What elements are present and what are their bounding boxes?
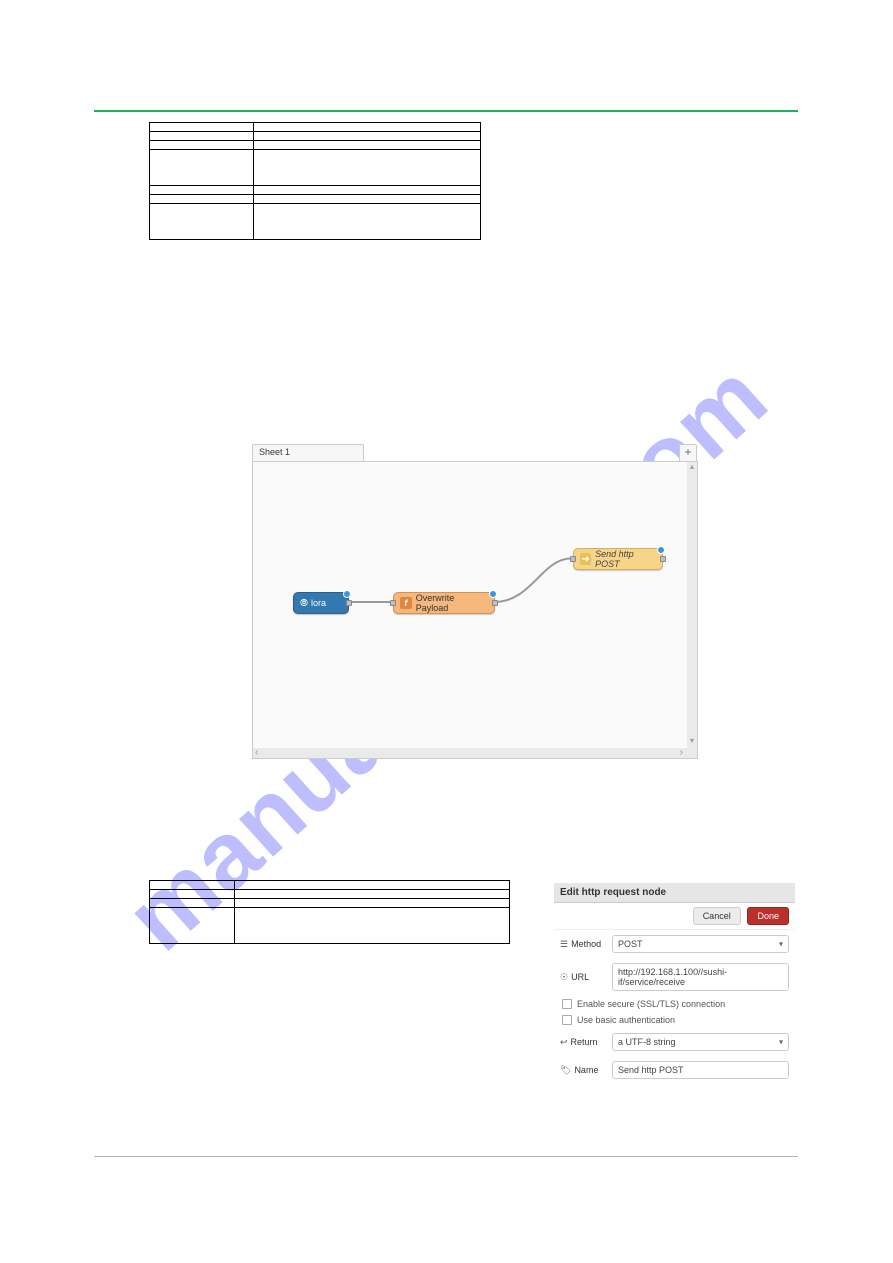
function-icon: f xyxy=(400,597,412,609)
input-port[interactable] xyxy=(570,556,576,562)
t2-r2c1 xyxy=(234,899,509,908)
t1-r0c0 xyxy=(150,123,254,132)
node-function-label: Overwrite Payload xyxy=(416,593,488,613)
edit-http-request-panel: Edit http request node Cancel Done ☰Meth… xyxy=(554,883,795,1084)
data-table-1 xyxy=(149,122,481,240)
list-icon: ☰ xyxy=(560,939,568,950)
change-indicator xyxy=(489,590,497,598)
globe-icon: ☉ xyxy=(560,972,568,983)
t1-r5c0 xyxy=(150,195,254,204)
flow-canvas[interactable]: ⦾ lora f Overwrite Payload ➜ Send http P… xyxy=(252,461,698,759)
method-label-text: Method xyxy=(571,939,601,949)
t1-r1c0 xyxy=(150,132,254,141)
return-label-text: Return xyxy=(571,1037,598,1047)
url-input[interactable]: http://192.168.1.100//sushi-if/service/r… xyxy=(612,963,789,991)
url-label-text: URL xyxy=(571,972,589,982)
change-indicator xyxy=(343,590,351,598)
t1-r1c1 xyxy=(253,132,480,141)
t2-r1c0 xyxy=(150,890,235,899)
t2-r3c0 xyxy=(150,908,235,944)
t2-r2c0 xyxy=(150,899,235,908)
sheet-tab[interactable]: Sheet 1 xyxy=(252,444,364,461)
node-lora-label: lora xyxy=(311,598,326,608)
data-table-2 xyxy=(149,880,510,944)
input-port[interactable] xyxy=(390,600,396,606)
t2-r3c1 xyxy=(234,908,509,944)
ssl-checkbox-label: Enable secure (SSL/TLS) connection xyxy=(577,999,725,1009)
bottom-rule xyxy=(94,1156,798,1157)
tag-icon: 🏷 xyxy=(560,1065,571,1076)
name-input[interactable]: Send http POST xyxy=(612,1061,789,1079)
t2-r0c0 xyxy=(150,881,235,890)
basicauth-checkbox-row[interactable]: Use basic authentication xyxy=(554,1012,795,1028)
change-indicator xyxy=(657,546,665,554)
url-label: ☉URL xyxy=(560,972,606,983)
t1-r3c0 xyxy=(150,150,254,186)
cancel-button[interactable]: Cancel xyxy=(693,907,741,925)
node-http-label: Send http POST xyxy=(595,549,656,569)
name-label-text: Name xyxy=(574,1065,598,1075)
wireless-icon: ⦾ xyxy=(300,598,308,609)
add-sheet-button[interactable]: + xyxy=(679,444,697,461)
t1-r6c0 xyxy=(150,204,254,240)
t1-r4c1 xyxy=(253,186,480,195)
ssl-checkbox-row[interactable]: Enable secure (SSL/TLS) connection xyxy=(554,996,795,1012)
output-port[interactable] xyxy=(660,556,666,562)
return-icon: ↩ xyxy=(560,1037,568,1048)
vertical-scrollbar[interactable] xyxy=(687,462,697,758)
method-select[interactable]: POST xyxy=(612,935,789,953)
panel-title: Edit http request node xyxy=(554,883,795,903)
name-label: 🏷Name xyxy=(560,1065,606,1076)
top-rule xyxy=(94,110,798,112)
node-lora[interactable]: ⦾ lora xyxy=(293,592,349,614)
http-icon: ➜ xyxy=(580,553,591,565)
t1-r6c1 xyxy=(253,204,480,240)
t2-r1c1 xyxy=(234,890,509,899)
t1-r2c1 xyxy=(253,141,480,150)
t1-r3c1 xyxy=(253,150,480,186)
basicauth-checkbox[interactable] xyxy=(562,1015,572,1025)
panel-action-bar: Cancel Done xyxy=(554,903,795,930)
return-label: ↩Return xyxy=(560,1037,606,1048)
t1-r2c0 xyxy=(150,141,254,150)
horizontal-scrollbar[interactable] xyxy=(253,748,697,758)
node-http-request[interactable]: ➜ Send http POST xyxy=(573,548,663,570)
t2-r0c1 xyxy=(234,881,509,890)
output-port[interactable] xyxy=(346,600,352,606)
t1-r0c1 xyxy=(253,123,480,132)
ssl-checkbox[interactable] xyxy=(562,999,572,1009)
method-label: ☰Method xyxy=(560,939,606,950)
done-button[interactable]: Done xyxy=(747,907,789,925)
flow-editor: Sheet 1 + ⦾ lora f Overwrite Payload ➜ S… xyxy=(250,444,699,762)
node-function[interactable]: f Overwrite Payload xyxy=(393,592,495,614)
t1-r4c0 xyxy=(150,186,254,195)
return-select[interactable]: a UTF-8 string xyxy=(612,1033,789,1051)
t1-r5c1 xyxy=(253,195,480,204)
output-port[interactable] xyxy=(492,600,498,606)
basicauth-checkbox-label: Use basic authentication xyxy=(577,1015,675,1025)
